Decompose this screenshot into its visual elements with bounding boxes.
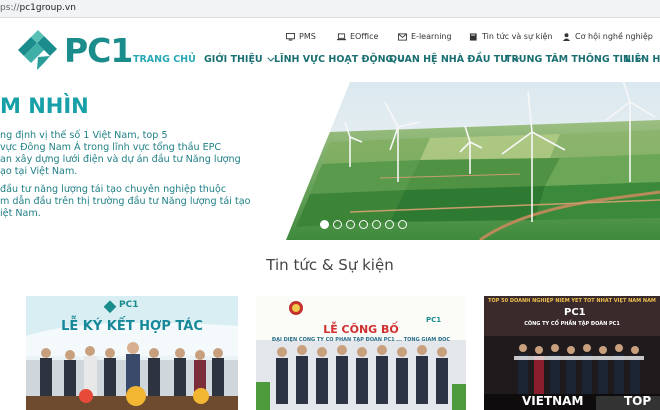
nav-label: GIỚI THIỆU xyxy=(204,54,263,65)
nav-contact[interactable]: LIÊN HỆ xyxy=(625,54,660,65)
hero-text-line: vực Đông Nam Á trong lĩnh vực tổng thầu … xyxy=(0,142,222,153)
utility-link-label: PMS xyxy=(299,32,316,41)
slider-dot[interactable] xyxy=(346,220,355,229)
slider-dot[interactable] xyxy=(372,220,381,229)
hero-text-line: ng định vị thế số 1 Việt Nam, top 5 xyxy=(0,130,168,141)
slider-dot[interactable] xyxy=(385,220,394,229)
nav-label: LIÊN HỆ xyxy=(625,54,660,65)
pc1-diamond-icon xyxy=(18,30,57,70)
card-top-caption: TOP 50 DOANH NGHIỆP NIÊM YẾT TỐT NHẤT VI… xyxy=(488,298,656,304)
news-card-image xyxy=(256,296,466,410)
utility-link-eoffice[interactable]: EOffice xyxy=(337,32,378,41)
card-logo: PC1 xyxy=(119,300,139,310)
utility-link-label: Cơ hội nghề nghiệp xyxy=(575,32,653,41)
nav-investor-relations[interactable]: QUAN HỆ NHÀ ĐẦU TƯ xyxy=(389,54,520,65)
pc1-logo[interactable]: PC1 xyxy=(16,30,133,70)
card-banner-right: TOP xyxy=(624,394,652,408)
logo-wordmark: PC1 xyxy=(64,31,133,70)
hero-text-line: an xây dựng lưới điện và dự án đầu tư Nă… xyxy=(0,154,241,165)
news-card[interactable]: PC1 LỄ CÔNG BỐ ĐẠI DIỆN CÔNG TY CỔ PHẦN … xyxy=(256,296,466,410)
news-card[interactable]: PC1 LỄ KÝ KẾT HỢP TÁC xyxy=(26,296,238,410)
nav-label: QUAN HỆ NHÀ ĐẦU TƯ xyxy=(389,54,509,65)
card-headline: LỄ KÝ KẾT HỢP TÁC xyxy=(61,319,203,334)
hero-title: M NHÌN xyxy=(0,94,89,118)
hero-text-line: ạo tại Việt Nam. xyxy=(0,166,78,177)
slider-dot[interactable] xyxy=(398,220,407,229)
card-headline: LỄ CÔNG BỐ xyxy=(323,323,399,336)
hero-text-line: m dẫn đầu trên thị trường đầu tư Năng lư… xyxy=(0,196,251,207)
laptop-icon xyxy=(337,32,346,40)
news-card[interactable]: TOP 50 DOANH NGHIỆP NIÊM YẾT TỐT NHẤT VI… xyxy=(484,296,660,410)
slider-dot[interactable] xyxy=(333,220,342,229)
utility-link-label: E-learning xyxy=(411,32,452,41)
nav-label: LĨNH VỰC HOẠT ĐỘNG xyxy=(274,54,394,65)
nav-business-fields[interactable]: LĨNH VỰC HOẠT ĐỘNG xyxy=(274,54,405,65)
card-banner-left: VIETNAM xyxy=(522,394,584,408)
nav-home[interactable]: TRANG CHỦ xyxy=(133,54,196,65)
card-subheadline: ĐẠI DIỆN CÔNG TY CỔ PHẦN TẬP ĐOÀN PC1 ..… xyxy=(271,337,451,343)
card-logo: PC1 xyxy=(564,307,586,318)
hero-text-line: đầu tư năng lượng tái tạo chuyên nghiệp … xyxy=(0,184,227,195)
news-card-image xyxy=(26,296,238,410)
utility-link-careers[interactable]: Cơ hội nghề nghiệp xyxy=(562,32,653,41)
monitor-icon xyxy=(286,32,295,41)
nav-label: TRANG CHỦ xyxy=(133,54,196,65)
url-text[interactable]: ps://pc1group.vn xyxy=(0,3,76,13)
nav-about[interactable]: GIỚI THIỆU xyxy=(204,54,275,65)
slider-pagination xyxy=(320,220,407,229)
utility-link-label: EOffice xyxy=(350,32,379,41)
card-company: CÔNG TY CỔ PHẦN TẬP ĐOÀN PC1 xyxy=(524,321,620,327)
hero-text-line: iệt Nam. xyxy=(0,208,41,219)
browser-address-bar[interactable]: ps://pc1group.vn xyxy=(0,0,660,18)
utility-link-label: Tin tức và sự kiện xyxy=(482,32,553,41)
hero-slider[interactable]: M NHÌN ng định vị thế số 1 Việt Nam, top… xyxy=(0,82,660,240)
news-section-title: Tin tức & Sự kiện xyxy=(266,256,394,274)
utility-link-elearning[interactable]: E-learning xyxy=(398,32,452,41)
book-icon xyxy=(469,32,477,41)
utility-link-news[interactable]: Tin tức và sự kiện xyxy=(469,32,552,41)
utility-link-pms[interactable]: PMS xyxy=(286,32,316,41)
mail-icon xyxy=(398,32,407,41)
nav-info-center[interactable]: TRUNG TÂM THÔNG TIN xyxy=(505,54,643,65)
slider-dot[interactable] xyxy=(359,220,368,229)
user-icon xyxy=(562,32,571,41)
slider-dot[interactable] xyxy=(320,220,329,229)
site-header: PC1 PMS EOffice E-learning Tin tức và sự… xyxy=(0,18,660,82)
nav-label: TRUNG TÂM THÔNG TIN xyxy=(505,54,631,65)
